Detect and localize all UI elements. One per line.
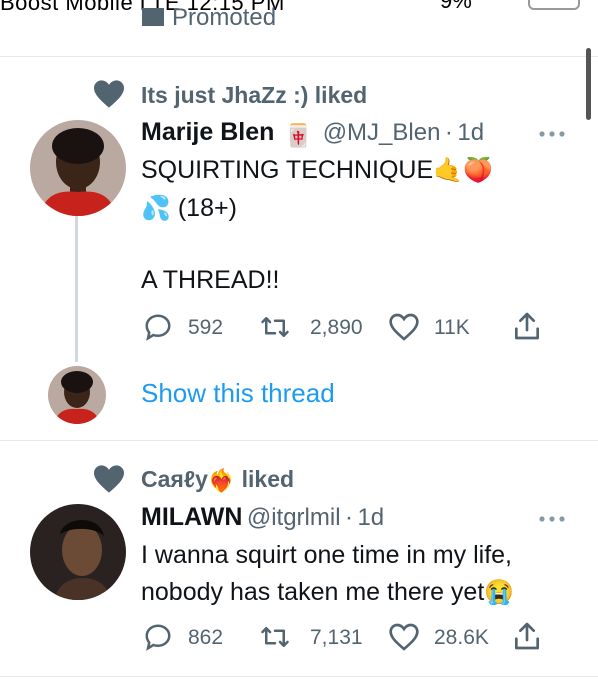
avatar[interactable] [30,504,126,600]
tweet-header: MILAWN @itgrlmil · 1d [141,503,384,532]
tweet-text-line-1: I wanna squirt one time in my life, [141,541,512,569]
reply-icon[interactable] [143,312,173,347]
reply-icon[interactable] [143,622,173,657]
social-context[interactable]: Caяℓy❤️‍🔥 liked [141,466,294,493]
tweet-time[interactable]: 1d [357,504,384,531]
handle[interactable]: @itgrlmil [247,504,341,531]
like-icon[interactable] [388,622,420,657]
tweet-text-line: 💦 (18+) [141,190,237,226]
battery-icon [528,0,580,10]
tweet-emoji: 🤙🍑 [433,157,493,185]
tweet-text-line-2: nobody has taken me there yet [141,578,485,606]
divider [0,440,598,441]
tweet-text-line-1: SQUIRTING TECHNIQUE [141,156,434,184]
tweet-emoji: 💦 [141,195,171,223]
status-bar: Boost Mobile LTE 12:15 PM 9% [0,0,598,14]
promoted-label: Promoted [142,4,276,32]
social-context[interactable]: Its just JhaZz :) liked [141,82,367,109]
divider [0,56,598,57]
retweet-icon[interactable] [258,312,292,347]
tweet-text-line: nobody has taken me there yet😭 [141,574,514,610]
tweet-time[interactable]: 1d [457,119,484,146]
share-icon[interactable] [511,310,543,347]
status-battery-percent: 9% [440,0,472,13]
display-name[interactable]: Marije Blen [141,118,274,146]
retweet-icon[interactable] [258,622,292,657]
tweet-text-line: SQUIRTING TECHNIQUE🤙🍑 [141,152,493,188]
retweet-count: 2,890 [310,316,363,339]
thread-avatar[interactable] [48,366,106,424]
tweet-emoji: 😭 [484,579,515,607]
display-name[interactable]: MILAWN [141,503,242,531]
dot-separator: · [344,504,353,531]
reply-count: 862 [188,626,224,649]
thread-line [75,216,78,362]
share-icon[interactable] [511,620,543,657]
show-thread-link[interactable]: Show this thread [141,378,335,409]
more-icon[interactable] [538,511,566,529]
promoted-text: Promoted [172,4,277,31]
scrollbar[interactable] [586,48,591,120]
retweet-count: 7,131 [310,626,363,649]
social-context-name: Caяℓy [141,466,208,492]
like-count: 11K [434,316,470,339]
dot-separator: · [444,119,453,146]
name-emoji: 🀄 [284,122,313,148]
avatar[interactable] [30,120,126,216]
more-icon[interactable] [538,126,566,144]
divider [0,676,598,677]
promoted-icon [142,7,164,26]
social-context-emoji: ❤️‍🔥 [207,467,236,493]
like-icon[interactable] [388,312,420,347]
reply-count: 592 [188,316,224,339]
tweet-text-line-2: (18+) [177,194,237,222]
tweet-text-line-3: A THREAD!! [141,266,280,294]
liked-heart-icon [92,464,126,499]
like-count: 28.6K [434,626,489,649]
social-context-suffix: liked [241,466,295,492]
handle[interactable]: @MJ_Blen [323,119,441,146]
liked-heart-icon [92,79,126,114]
tweet-header: Marije Blen 🀄 @MJ_Blen · 1d [141,118,484,147]
